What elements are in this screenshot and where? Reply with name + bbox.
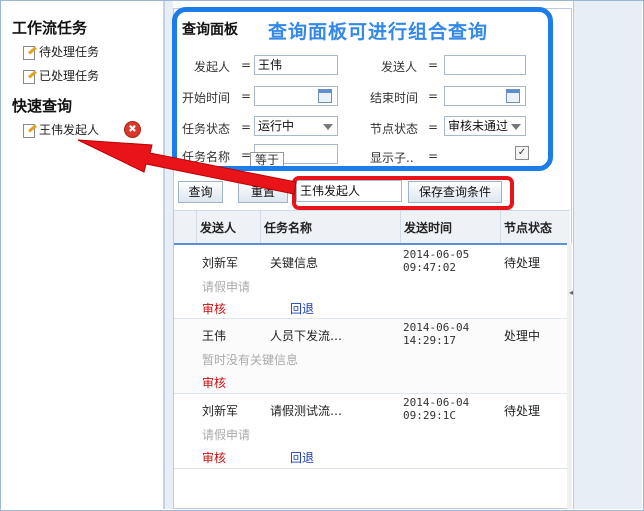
task-name-cell: 关键信息	[270, 256, 319, 270]
status-cell: 处理中	[504, 329, 541, 343]
send-time: 09:29:1C	[403, 409, 456, 422]
rollback-link[interactable]: 回退	[290, 300, 314, 317]
sender-cell: 王伟	[202, 329, 227, 343]
send-date: 2014-06-04	[403, 396, 470, 409]
send-time: 09:47:02	[403, 261, 456, 274]
status-cell: 待处理	[504, 404, 541, 418]
table-header: 发送人 任务名称 发送时间 节点状态	[174, 210, 570, 245]
column-header[interactable]: 节点状态	[504, 219, 552, 236]
send-time: 14:29:17	[403, 334, 456, 347]
sender-cell: 刘新军	[202, 256, 239, 270]
task-name-cell: 人员下发流…	[270, 329, 343, 343]
approve-link[interactable]: 审核	[202, 374, 226, 391]
table-row[interactable]: 刘新军 请假测试流… 2014-06-04 09:29:1C 待处理 请假申请 …	[174, 394, 567, 469]
row-desc: 请假申请	[202, 280, 251, 294]
table-scrollbar[interactable]	[567, 243, 572, 509]
rollback-link[interactable]: 回退	[290, 449, 314, 466]
approve-link[interactable]: 审核	[202, 300, 226, 317]
row-desc: 暂时没有关键信息	[202, 353, 299, 367]
send-date: 2014-06-04	[403, 321, 470, 334]
row-desc: 请假申请	[202, 428, 251, 442]
column-header[interactable]: 任务名称	[264, 219, 312, 236]
status-cell: 待处理	[504, 256, 541, 270]
table-row[interactable]: 王伟 人员下发流… 2014-06-04 14:29:17 处理中 暂时没有关键…	[174, 319, 567, 394]
column-header[interactable]: 发送时间	[404, 219, 452, 236]
sender-cell: 刘新军	[202, 404, 239, 418]
send-date: 2014-06-05	[403, 248, 470, 261]
approve-link[interactable]: 审核	[202, 449, 226, 466]
collapse-arrow-icon[interactable]: ◂	[569, 288, 573, 297]
task-name-cell: 请假测试流…	[270, 404, 343, 418]
table-row[interactable]: 刘新军 关键信息 2014-06-05 09:47:02 待处理 请假申请 审核…	[174, 244, 567, 319]
column-header[interactable]: 发送人	[200, 219, 236, 236]
